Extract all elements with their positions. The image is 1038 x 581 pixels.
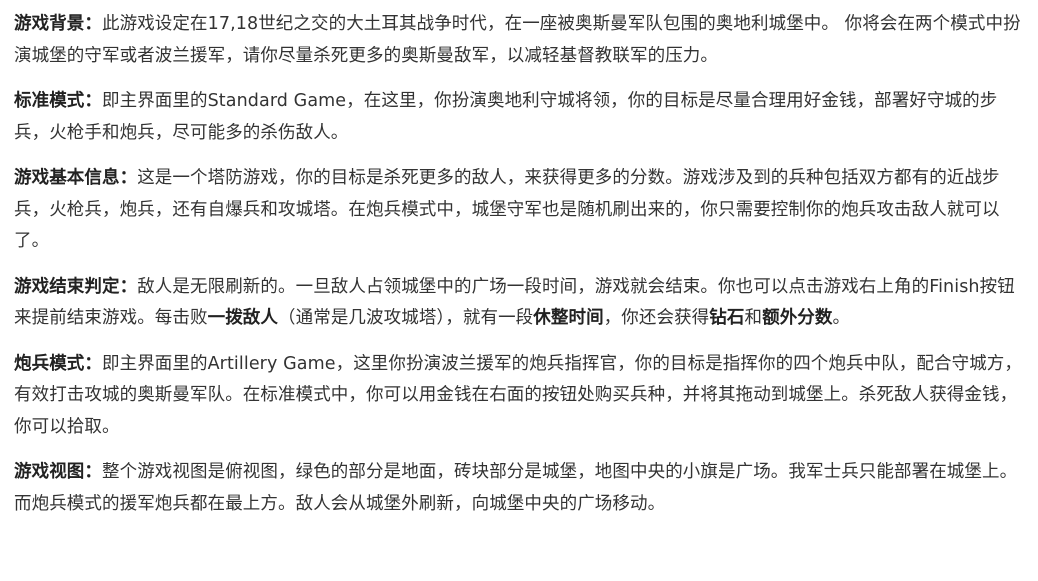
- paragraph-game-background: 游戏背景：此游戏设定在17,18世纪之交的大土耳其战争时代，在一座被奥斯曼军队包…: [14, 9, 1022, 72]
- text-game-over-2: （通常是几波攻城塔），就有一段: [278, 308, 534, 328]
- emphasis-rest-time: 休整时间: [533, 308, 604, 328]
- text-game-background: 此游戏设定在17,18世纪之交的大土耳其战争时代，在一座被奥斯曼军队包围的奥地利…: [14, 14, 1021, 66]
- emphasis-diamonds: 钻石: [709, 308, 745, 328]
- heading-game-over: 游戏结束判定：: [14, 276, 138, 297]
- text-basic-info: 这是一个塔防游戏，你的目标是杀死更多的敌人，来获得更多的分数。游戏涉及到的兵种包…: [14, 168, 1000, 251]
- heading-standard-mode: 标准模式：: [14, 91, 102, 111]
- heading-basic-info: 游戏基本信息：: [14, 168, 138, 188]
- text-artillery-mode: 即主界面里的Artillery Game，这里你扮演波兰援军的炮兵指挥官，你的目…: [14, 353, 1022, 437]
- heading-game-view: 游戏视图：: [14, 462, 102, 482]
- text-game-over-5: 。: [832, 308, 851, 328]
- emphasis-extra-score: 额外分数: [762, 308, 833, 328]
- article-body: 游戏背景：此游戏设定在17,18世纪之交的大土耳其战争时代，在一座被奥斯曼军队包…: [0, 0, 1038, 520]
- text-game-over-4: 和: [744, 308, 763, 328]
- paragraph-artillery-mode: 炮兵模式：即主界面里的Artillery Game，这里你扮演波兰援军的炮兵指挥…: [14, 349, 1022, 444]
- text-standard-mode: 即主界面里的Standard Game，在这里，你扮演奥地利守城将领，你的目标是…: [14, 91, 998, 143]
- paragraph-standard-mode: 标准模式：即主界面里的Standard Game，在这里，你扮演奥地利守城将领，…: [14, 86, 1022, 149]
- paragraph-game-view: 游戏视图：整个游戏视图是俯视图，绿色的部分是地面，砖块部分是城堡，地图中央的小旗…: [14, 457, 1022, 520]
- text-game-over-3: ，你还会获得: [603, 308, 710, 328]
- heading-artillery-mode: 炮兵模式：: [14, 353, 102, 374]
- emphasis-wave-of-enemies: 一拨敌人: [207, 308, 279, 328]
- paragraph-basic-info: 游戏基本信息：这是一个塔防游戏，你的目标是杀死更多的敌人，来获得更多的分数。游戏…: [14, 163, 1022, 258]
- heading-game-background: 游戏背景：: [14, 14, 102, 34]
- text-game-view: 整个游戏视图是俯视图，绿色的部分是地面，砖块部分是城堡，地图中央的小旗是广场。我…: [14, 462, 1018, 514]
- paragraph-game-over: 游戏结束判定：敌人是无限刷新的。一旦敌人占领城堡中的广场一段时间，游戏就会结束。…: [14, 272, 1022, 335]
